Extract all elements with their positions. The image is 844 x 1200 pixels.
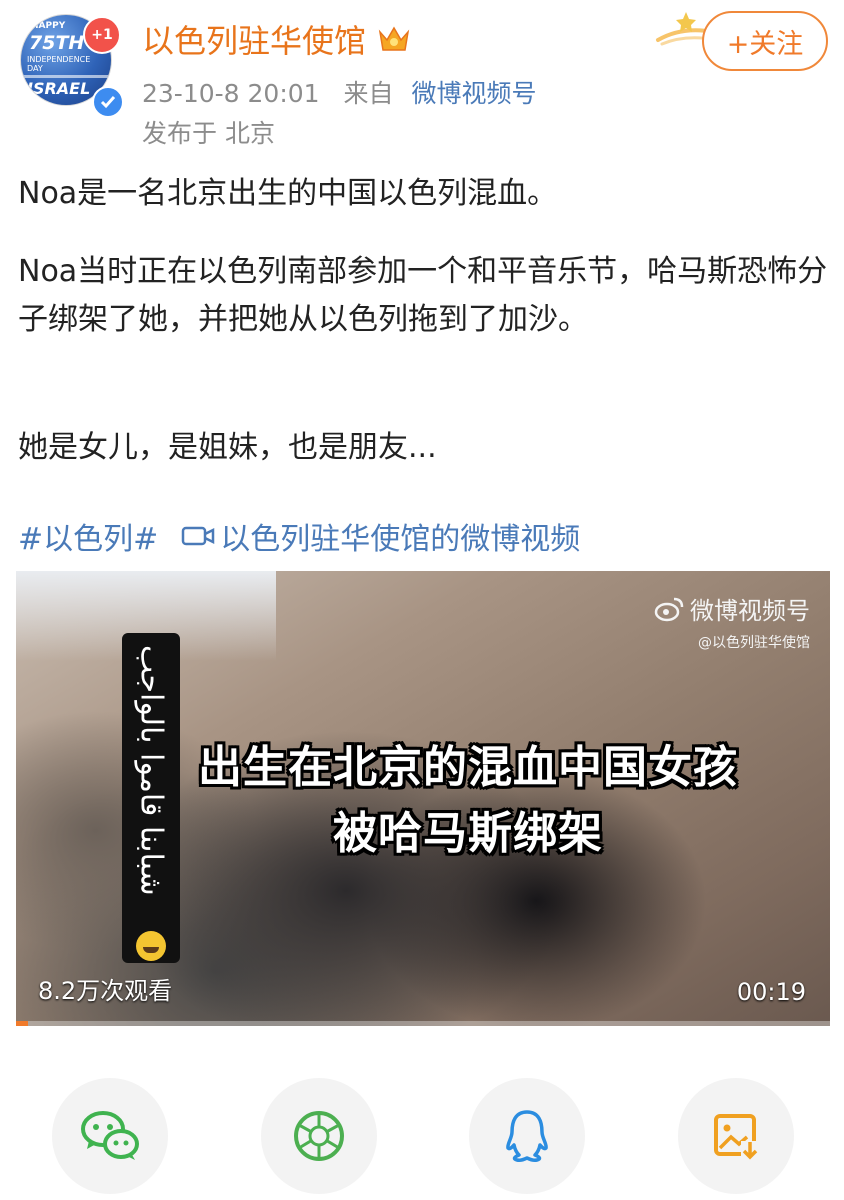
post-paragraph-1: Noa是一名北京出生的中国以色列混血。: [18, 176, 558, 211]
post-location: 发布于 北京: [142, 119, 275, 148]
post-paragraph-3: 她是女儿，是姐妹，也是朋友...: [18, 430, 437, 465]
save-image-button[interactable]: [678, 1078, 794, 1194]
video-progress-bar[interactable]: [16, 1021, 830, 1026]
avatar-text-israel: ISRAEL: [27, 79, 91, 98]
post-meta: 23-10-8 20:01 来自 微博视频号: [142, 74, 537, 110]
share-wechat-button[interactable]: [52, 1078, 168, 1194]
source-link[interactable]: 微博视频号: [412, 79, 537, 108]
video-link[interactable]: 以色列驻华使馆的微博视频: [220, 514, 580, 558]
account-name[interactable]: 以色列驻华使馆: [142, 16, 412, 62]
video-progress-fill: [16, 1021, 29, 1026]
video-caption-line-2: 被哈马斯绑架: [333, 808, 603, 859]
watermark-brand: 微博视频号: [690, 597, 810, 625]
video-duration: 00:19: [736, 978, 806, 1006]
avatar-text-independence: INDEPENDENCE DAY: [27, 55, 91, 73]
post-paragraph-2: Noa当时正在以色列南部参加一个和平音乐节，哈马斯恐怖分子绑架了她，并把她从以色…: [18, 254, 828, 337]
qq-icon: [506, 1110, 548, 1162]
account-name-text[interactable]: 以色列驻华使馆: [142, 16, 366, 62]
vip-crown-icon: [378, 26, 410, 51]
watermark-handle: @以色列驻华使馆: [698, 635, 810, 651]
video-watermark: 微博视频号 @以色列驻华使馆: [654, 591, 810, 652]
source-prefix: 来自: [343, 79, 394, 108]
post-tags: #以色列# 以色列驻华使馆的微博视频: [18, 514, 580, 558]
video-player[interactable]: شبابنا قاموا بالواجب 微博视频号 @以色列驻华使馆 出生在北…: [16, 571, 830, 1026]
save-image-icon: [714, 1114, 759, 1160]
follow-button[interactable]: +关注: [702, 11, 828, 71]
weibo-logo-icon: [654, 597, 684, 621]
avatar-stripe: [21, 75, 111, 78]
moments-icon: [294, 1111, 344, 1161]
share-qq-button[interactable]: [469, 1078, 585, 1194]
hashtag-link[interactable]: #以色列#: [18, 514, 158, 558]
notification-badge: +1: [83, 16, 121, 54]
view-count: 8.2万次观看: [38, 977, 173, 1005]
share-moments-button[interactable]: [261, 1078, 377, 1194]
avatar-container[interactable]: HAPPY 75TH INDEPENDENCE DAY ISRAEL +1: [20, 14, 124, 118]
avatar-text-75th: 75TH: [29, 32, 85, 54]
laughing-emoji-icon: [136, 931, 166, 961]
verified-icon: [92, 86, 124, 118]
avatar-text-happy: HAPPY: [31, 21, 66, 31]
wechat-icon: [81, 1111, 139, 1160]
post-timestamp: 23-10-8 20:01: [142, 79, 320, 108]
video-caption-line-1: 出生在北京的混血中国女孩: [198, 742, 738, 793]
video-camera-icon: [182, 526, 215, 546]
